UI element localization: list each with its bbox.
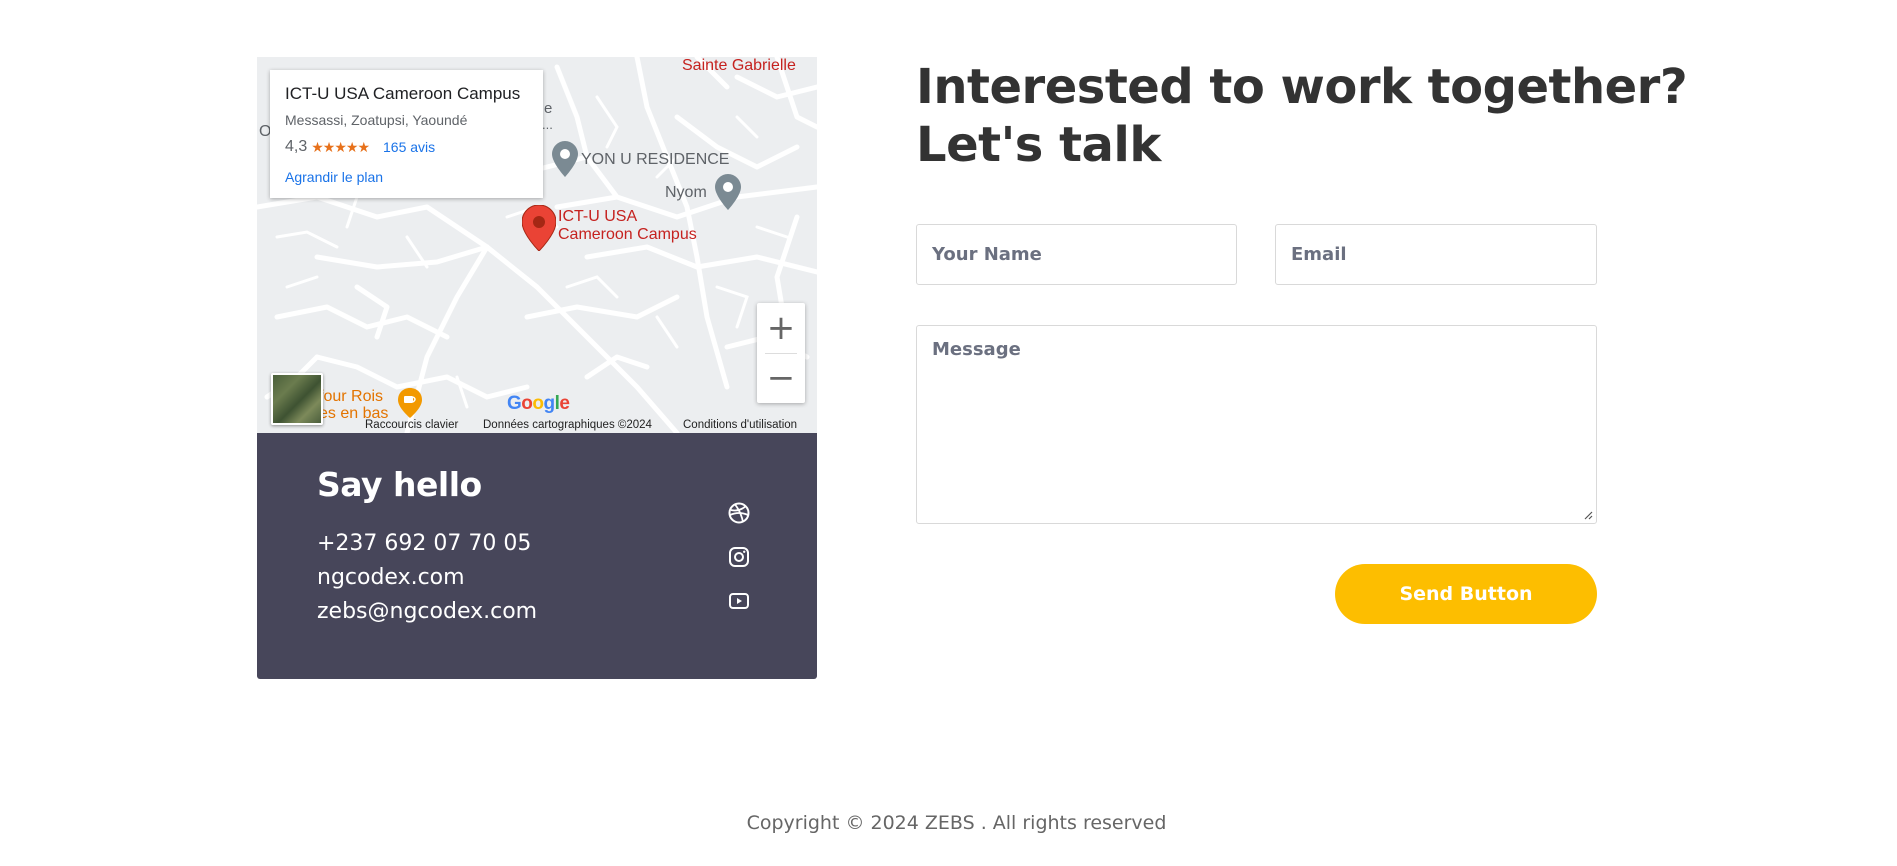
google-map[interactable]: Sainte Gabrielle e ... O YON U RESIDENCE… (257, 57, 817, 433)
map-footer: Raccourcis clavier Données cartographiqu… (257, 419, 817, 433)
grey-pin-icon (552, 141, 578, 177)
map-data-credit: Données cartographiques ©2024 (483, 419, 652, 431)
poi-carrefour: four Rois es en bas (319, 388, 389, 422)
contact-panel: Say hello +237 692 07 70 05 ngcodex.com … (257, 433, 817, 679)
keyboard-shortcuts-link[interactable]: Raccourcis clavier (365, 419, 458, 431)
poi-edge-e: e (544, 100, 553, 117)
contact-website[interactable]: ngcodex.com (317, 565, 465, 590)
message-placeholder: Message (932, 339, 1021, 360)
grey-pin-icon (715, 174, 741, 210)
place-title: ICT-U USA Cameroon Campus (285, 84, 521, 103)
copyright-text: Copyright © 2024 ZEBS . All rights reser… (746, 812, 1167, 834)
satellite-toggle[interactable] (271, 373, 323, 425)
resize-handle-icon[interactable] (1583, 510, 1593, 520)
zoom-in-button[interactable]: + (757, 303, 805, 353)
instagram-icon[interactable] (727, 545, 751, 569)
heading-line-2: Let's talk (916, 117, 1161, 173)
zoom-out-button[interactable]: − (757, 353, 805, 403)
form-heading: Interested to work together? Let's talk (916, 58, 1688, 174)
rating-value: 4,3 (285, 138, 308, 155)
place-rating: 4,3 ★★★★★ 165 avis (285, 138, 435, 156)
contact-phone: +237 692 07 70 05 (317, 531, 532, 556)
terms-link[interactable]: Conditions d'utilisation (683, 419, 797, 431)
poi-sainte-gabrielle: Sainte Gabrielle (682, 57, 796, 74)
send-button[interactable]: Send Button (1335, 564, 1597, 624)
reviews-link[interactable]: 165 avis (383, 139, 435, 155)
google-logo: Google (507, 393, 570, 414)
poi-residence: YON U RESIDENCE (581, 151, 730, 168)
dribbble-icon[interactable] (727, 501, 751, 525)
email-placeholder: Email (1291, 244, 1347, 265)
email-input[interactable]: Email (1275, 224, 1597, 285)
poi-edge-dots: ... (542, 117, 553, 132)
youtube-icon[interactable] (727, 589, 751, 613)
name-placeholder: Your Name (932, 244, 1042, 265)
heading-line-1: Interested to work together? (916, 59, 1688, 115)
zoom-controls: + − (757, 303, 805, 403)
location-pin-icon[interactable] (522, 205, 556, 251)
cafe-pin-icon (398, 388, 422, 418)
stars-icon: ★★★★★ (311, 138, 370, 155)
place-info-card: ICT-U USA Cameroon Campus Messassi, Zoat… (270, 70, 543, 198)
contact-email[interactable]: zebs@ngcodex.com (317, 599, 537, 624)
name-input[interactable]: Your Name (916, 224, 1237, 285)
poi-nyom: Nyom (665, 184, 707, 201)
poi-campus-label: ICT-U USA Cameroon Campus (558, 208, 697, 243)
message-textarea[interactable]: Message (916, 325, 1597, 524)
enlarge-map-link[interactable]: Agrandir le plan (285, 169, 383, 185)
place-address: Messassi, Zoatupsi, Yaoundé (285, 112, 468, 128)
contact-title: Say hello (317, 465, 482, 504)
